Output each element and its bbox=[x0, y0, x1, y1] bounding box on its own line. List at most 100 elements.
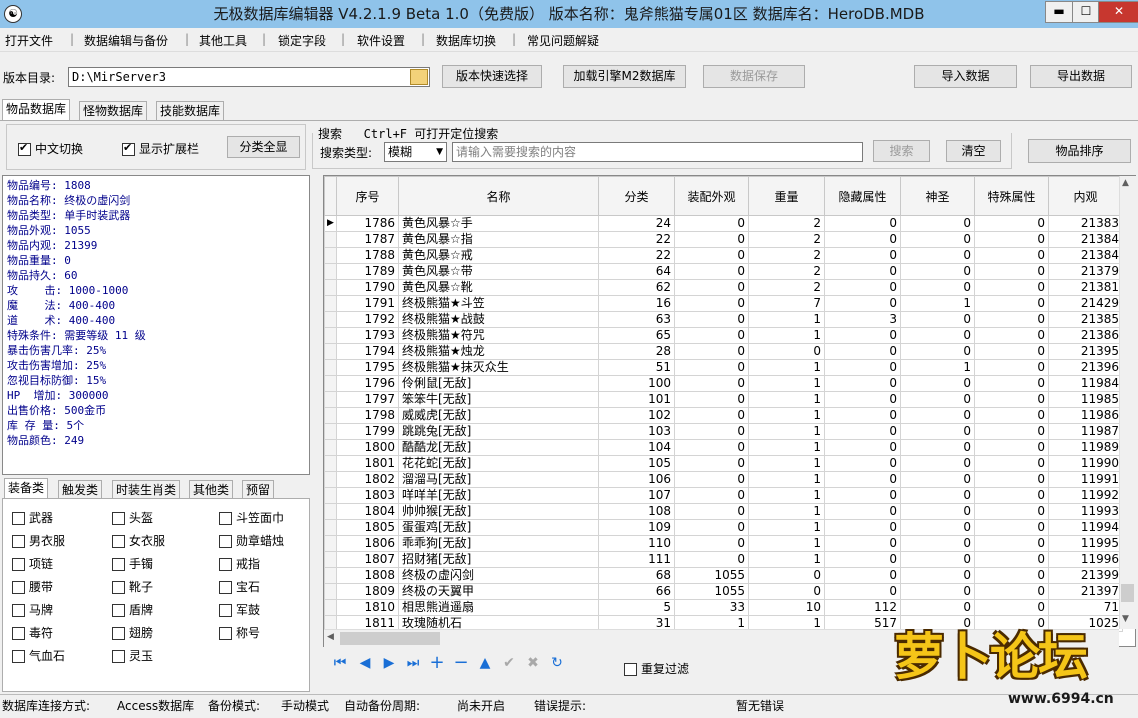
table-cell[interactable]: 1802 bbox=[336, 471, 399, 488]
table-cell[interactable]: 0 bbox=[824, 551, 901, 568]
table-cell[interactable]: 0 bbox=[974, 407, 1049, 424]
table-cell[interactable]: 0 bbox=[824, 471, 901, 488]
table-row[interactable]: 1789 黄色风暴☆带 64 0 2 0 0 0 21379 bbox=[324, 263, 1123, 280]
table-cell[interactable]: 1800 bbox=[336, 439, 399, 456]
table-cell[interactable]: 酷酷龙[无敌] bbox=[398, 439, 599, 456]
table-cell[interactable]: 11994 bbox=[1048, 519, 1123, 536]
table-cell[interactable]: 11984 bbox=[1048, 375, 1123, 392]
table-cell[interactable]: 0 bbox=[900, 327, 975, 344]
table-cell[interactable]: 0 bbox=[824, 487, 901, 504]
cancel-edit-button[interactable]: ✖ bbox=[523, 651, 543, 675]
table-cell[interactable]: 0 bbox=[974, 439, 1049, 456]
table-cell[interactable]: 1055 bbox=[674, 567, 749, 584]
category-checkbox[interactable]: 女衣服 bbox=[112, 532, 165, 549]
table-cell[interactable]: 109 bbox=[598, 519, 675, 536]
table-cell[interactable]: 0 bbox=[900, 407, 975, 424]
table-cell[interactable]: 0 bbox=[674, 487, 749, 504]
table-cell[interactable]: 1810 bbox=[336, 599, 399, 616]
table-row[interactable]: 1800 酷酷龙[无敌] 104 0 1 0 0 0 11989 bbox=[324, 439, 1123, 456]
table-cell[interactable]: 105 bbox=[598, 455, 675, 472]
table-cell[interactable]: 21385 bbox=[1048, 311, 1123, 328]
row-indicator[interactable] bbox=[324, 327, 337, 344]
table-cell[interactable]: 108 bbox=[598, 503, 675, 520]
category-checkbox[interactable]: 称号 bbox=[219, 624, 260, 641]
table-row[interactable]: 1801 花花蛇[无敌] 105 0 1 0 0 0 11990 bbox=[324, 455, 1123, 472]
table-cell[interactable]: 0 bbox=[674, 535, 749, 552]
table-cell[interactable]: 2 bbox=[748, 215, 825, 232]
table-cell[interactable]: 0 bbox=[824, 263, 901, 280]
tab-reserved[interactable]: 预留 bbox=[242, 480, 275, 499]
close-button[interactable]: ✕ bbox=[1098, 1, 1138, 23]
category-checkbox[interactable]: 项链 bbox=[12, 555, 53, 572]
table-cell[interactable]: 21384 bbox=[1048, 247, 1123, 264]
table-row[interactable]: 1796 伶俐鼠[无敌] 100 0 1 0 0 0 11984 bbox=[324, 375, 1123, 392]
table-cell[interactable]: 终极熊猫★烛龙 bbox=[398, 343, 599, 360]
table-cell[interactable]: 0 bbox=[974, 343, 1049, 360]
table-row[interactable]: 1810 相思熊逍遥扇 5 33 10 112 0 0 71 bbox=[324, 599, 1123, 616]
table-row[interactable]: 1805 蛋蛋鸡[无敌] 109 0 1 0 0 0 11994 bbox=[324, 519, 1123, 536]
table-cell[interactable]: 0 bbox=[974, 359, 1049, 376]
import-data-button[interactable]: 导入数据 bbox=[914, 65, 1017, 88]
table-cell[interactable]: 11987 bbox=[1048, 423, 1123, 440]
table-cell[interactable]: 0 bbox=[974, 215, 1049, 232]
table-row[interactable]: ▶ 1786 黄色风暴☆手 24 0 2 0 0 0 21383 bbox=[324, 215, 1123, 232]
table-cell[interactable]: 黄色风暴☆靴 bbox=[398, 279, 599, 296]
row-indicator[interactable]: ▶ bbox=[324, 215, 337, 232]
row-indicator[interactable] bbox=[324, 407, 337, 424]
table-cell[interactable]: 黄色风暴☆带 bbox=[398, 263, 599, 280]
table-cell[interactable]: 1 bbox=[748, 327, 825, 344]
table-cell[interactable]: 0 bbox=[674, 359, 749, 376]
table-row[interactable]: 1794 终极熊猫★烛龙 28 0 0 0 0 0 21395 bbox=[324, 343, 1123, 360]
chinese-switch-checkbox[interactable]: 中文切换 bbox=[18, 140, 83, 157]
menu-open-file[interactable]: 打开文件 bbox=[5, 32, 53, 49]
search-input[interactable]: 请输入需要搜索的内容 bbox=[452, 142, 863, 162]
table-cell[interactable]: 0 bbox=[974, 455, 1049, 472]
table-cell[interactable]: 1 bbox=[748, 375, 825, 392]
minimize-button[interactable]: ▬ bbox=[1045, 1, 1073, 23]
table-cell[interactable]: 0 bbox=[974, 391, 1049, 408]
row-indicator[interactable] bbox=[324, 503, 337, 520]
table-cell[interactable]: 1 bbox=[748, 439, 825, 456]
category-checkbox[interactable]: 勋章蜡烛 bbox=[219, 532, 284, 549]
table-row[interactable]: 1790 黄色风暴☆靴 62 0 2 0 0 0 21381 bbox=[324, 279, 1123, 296]
vertical-scrollbar[interactable]: ▲ ▼ bbox=[1119, 176, 1136, 629]
table-cell[interactable]: 1791 bbox=[336, 295, 399, 312]
category-checkbox[interactable]: 头盔 bbox=[112, 509, 153, 526]
post-record-button[interactable]: ✔ bbox=[499, 651, 519, 675]
table-cell[interactable]: 0 bbox=[824, 567, 901, 584]
table-cell[interactable]: 0 bbox=[748, 583, 825, 600]
table-cell[interactable]: 0 bbox=[748, 343, 825, 360]
table-cell[interactable]: 0 bbox=[974, 567, 1049, 584]
row-indicator[interactable] bbox=[324, 263, 337, 280]
menu-edit-backup[interactable]: 数据编辑与备份 bbox=[84, 32, 168, 49]
row-indicator[interactable] bbox=[324, 295, 337, 312]
table-cell[interactable]: 终极の天翼甲 bbox=[398, 583, 599, 600]
table-cell[interactable]: 0 bbox=[674, 343, 749, 360]
column-header[interactable]: 序号 bbox=[336, 176, 399, 216]
table-cell[interactable]: 0 bbox=[674, 295, 749, 312]
tab-equipment[interactable]: 装备类 bbox=[4, 478, 49, 499]
table-cell[interactable]: 21429 bbox=[1048, 295, 1123, 312]
table-cell[interactable]: 104 bbox=[598, 439, 675, 456]
menu-db-switch[interactable]: 数据库切换 bbox=[436, 32, 496, 49]
column-header[interactable]: 特殊属性 bbox=[974, 176, 1049, 216]
table-cell[interactable]: 0 bbox=[674, 439, 749, 456]
table-cell[interactable]: 伶俐鼠[无敌] bbox=[398, 375, 599, 392]
table-cell[interactable]: 0 bbox=[824, 439, 901, 456]
column-header[interactable]: 重量 bbox=[748, 176, 825, 216]
table-cell[interactable]: 咩咩羊[无敌] bbox=[398, 487, 599, 504]
table-cell[interactable]: 110 bbox=[598, 535, 675, 552]
table-cell[interactable]: 0 bbox=[748, 567, 825, 584]
show-all-button[interactable]: 分类全显 bbox=[227, 136, 300, 158]
table-row[interactable]: 1791 终极熊猫★斗笠 16 0 7 0 1 0 21429 bbox=[324, 295, 1123, 312]
table-cell[interactable]: 11991 bbox=[1048, 471, 1123, 488]
table-row[interactable]: 1797 笨笨牛[无敌] 101 0 1 0 0 0 11985 bbox=[324, 391, 1123, 408]
table-cell[interactable]: 0 bbox=[674, 423, 749, 440]
table-cell[interactable]: 0 bbox=[974, 535, 1049, 552]
table-cell[interactable]: 0 bbox=[824, 535, 901, 552]
table-cell[interactable]: 乖乖狗[无敌] bbox=[398, 535, 599, 552]
table-cell[interactable]: 0 bbox=[900, 343, 975, 360]
table-row[interactable]: 1803 咩咩羊[无敌] 107 0 1 0 0 0 11992 bbox=[324, 487, 1123, 504]
table-cell[interactable]: 0 bbox=[974, 231, 1049, 248]
row-indicator[interactable] bbox=[324, 279, 337, 296]
